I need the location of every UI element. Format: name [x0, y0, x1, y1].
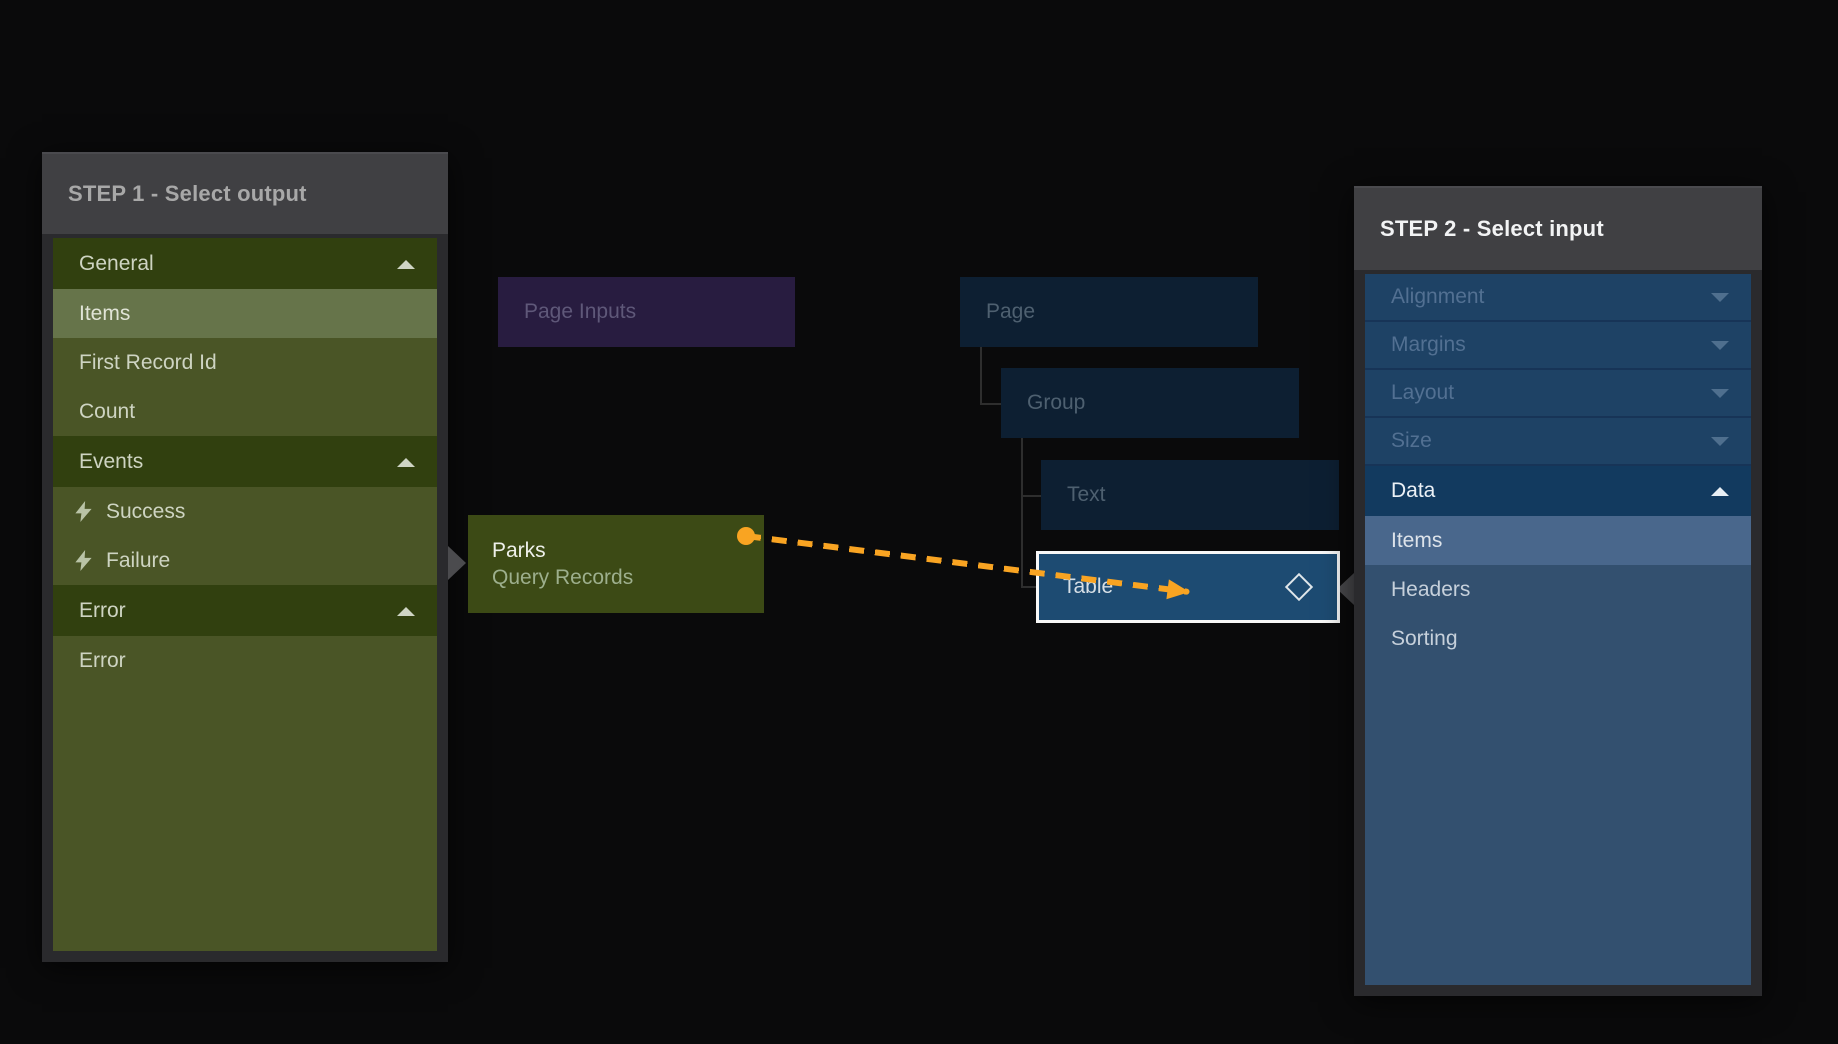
tree-line-page-group-stub [980, 403, 1001, 405]
tree-line-group-children [1021, 438, 1023, 588]
chevron-up-icon [1711, 487, 1729, 496]
node-page[interactable]: Page [960, 277, 1258, 347]
step1-output-list: General Items First Record Id Count Even… [53, 238, 437, 951]
chevron-down-icon [1711, 389, 1729, 398]
output-section-error-label: Error [79, 599, 126, 623]
input-section-alignment-label: Alignment [1391, 285, 1484, 309]
input-item-headers-label: Headers [1391, 578, 1470, 602]
input-item-items-label: Items [1391, 529, 1442, 553]
step2-input-panel: STEP 2 - Select input Alignment Margins … [1354, 186, 1762, 996]
lightning-bolt-icon [75, 501, 92, 522]
input-section-size[interactable]: Size [1365, 418, 1751, 466]
input-section-data[interactable]: Data [1365, 466, 1751, 516]
input-section-margins-label: Margins [1391, 333, 1466, 357]
output-item-error[interactable]: Error [53, 636, 437, 685]
node-page-inputs[interactable]: Page Inputs [498, 277, 795, 347]
output-item-error-label: Error [79, 649, 126, 673]
output-section-general-label: General [79, 252, 154, 276]
output-item-items-label: Items [79, 302, 130, 326]
node-table-label: Table [1063, 575, 1113, 599]
step2-panel-title: STEP 2 - Select input [1354, 188, 1762, 270]
output-section-events[interactable]: Events [53, 436, 437, 487]
output-item-success-label: Success [106, 500, 185, 524]
output-item-count-label: Count [79, 400, 135, 424]
node-parks-title: Parks [492, 537, 633, 564]
output-item-failure-label: Failure [106, 549, 170, 573]
node-group-label: Group [1027, 391, 1085, 415]
output-item-success[interactable]: Success [53, 487, 437, 536]
output-section-events-label: Events [79, 450, 143, 474]
output-item-first-record-id[interactable]: First Record Id [53, 338, 437, 387]
input-section-layout-label: Layout [1391, 381, 1454, 405]
chevron-up-icon [397, 458, 415, 467]
step1-panel-title: STEP 1 - Select output [42, 154, 448, 234]
connection-source-handle[interactable] [737, 527, 755, 545]
chevron-up-icon [397, 260, 415, 269]
lightning-bolt-icon [75, 550, 92, 571]
node-text[interactable]: Text [1041, 460, 1339, 530]
output-item-count[interactable]: Count [53, 387, 437, 436]
node-parks-text: Parks Query Records [492, 537, 633, 591]
input-section-alignment[interactable]: Alignment [1365, 274, 1751, 322]
step1-output-panel: STEP 1 - Select output General Items Fir… [42, 152, 448, 962]
node-parks-subtitle: Query Records [492, 564, 633, 591]
input-section-margins[interactable]: Margins [1365, 322, 1751, 370]
tree-line-group-text-stub [1021, 495, 1041, 497]
chevron-up-icon [397, 607, 415, 616]
panel-pointer-right-icon [448, 546, 466, 580]
output-item-items[interactable]: Items [53, 289, 437, 338]
input-item-headers[interactable]: Headers [1365, 565, 1751, 614]
input-item-sorting-label: Sorting [1391, 627, 1458, 651]
input-item-sorting[interactable]: Sorting [1365, 614, 1751, 663]
node-page-label: Page [986, 300, 1035, 324]
input-section-layout[interactable]: Layout [1365, 370, 1751, 418]
node-parks-query-records[interactable]: Parks Query Records [468, 515, 764, 613]
chevron-down-icon [1711, 293, 1729, 302]
flow-mapping-canvas: STEP 1 - Select output General Items Fir… [0, 0, 1838, 1044]
node-text-label: Text [1067, 483, 1106, 507]
output-item-failure[interactable]: Failure [53, 536, 437, 585]
output-item-first-record-id-label: First Record Id [79, 351, 217, 375]
input-section-size-label: Size [1391, 429, 1432, 453]
diamond-icon [1285, 573, 1313, 601]
step2-input-list: Alignment Margins Layout Size Data Items [1365, 274, 1751, 985]
node-page-inputs-label: Page Inputs [524, 300, 636, 324]
input-section-data-label: Data [1391, 479, 1435, 503]
node-group[interactable]: Group [1001, 368, 1299, 438]
input-item-items[interactable]: Items [1365, 516, 1751, 565]
chevron-down-icon [1711, 437, 1729, 446]
tree-line-page-group [980, 347, 982, 405]
output-section-error[interactable]: Error [53, 585, 437, 636]
output-section-general[interactable]: General [53, 238, 437, 289]
chevron-down-icon [1711, 341, 1729, 350]
node-table-drop-target[interactable]: Table [1036, 551, 1340, 623]
tree-line-group-table-stub [1021, 586, 1036, 588]
